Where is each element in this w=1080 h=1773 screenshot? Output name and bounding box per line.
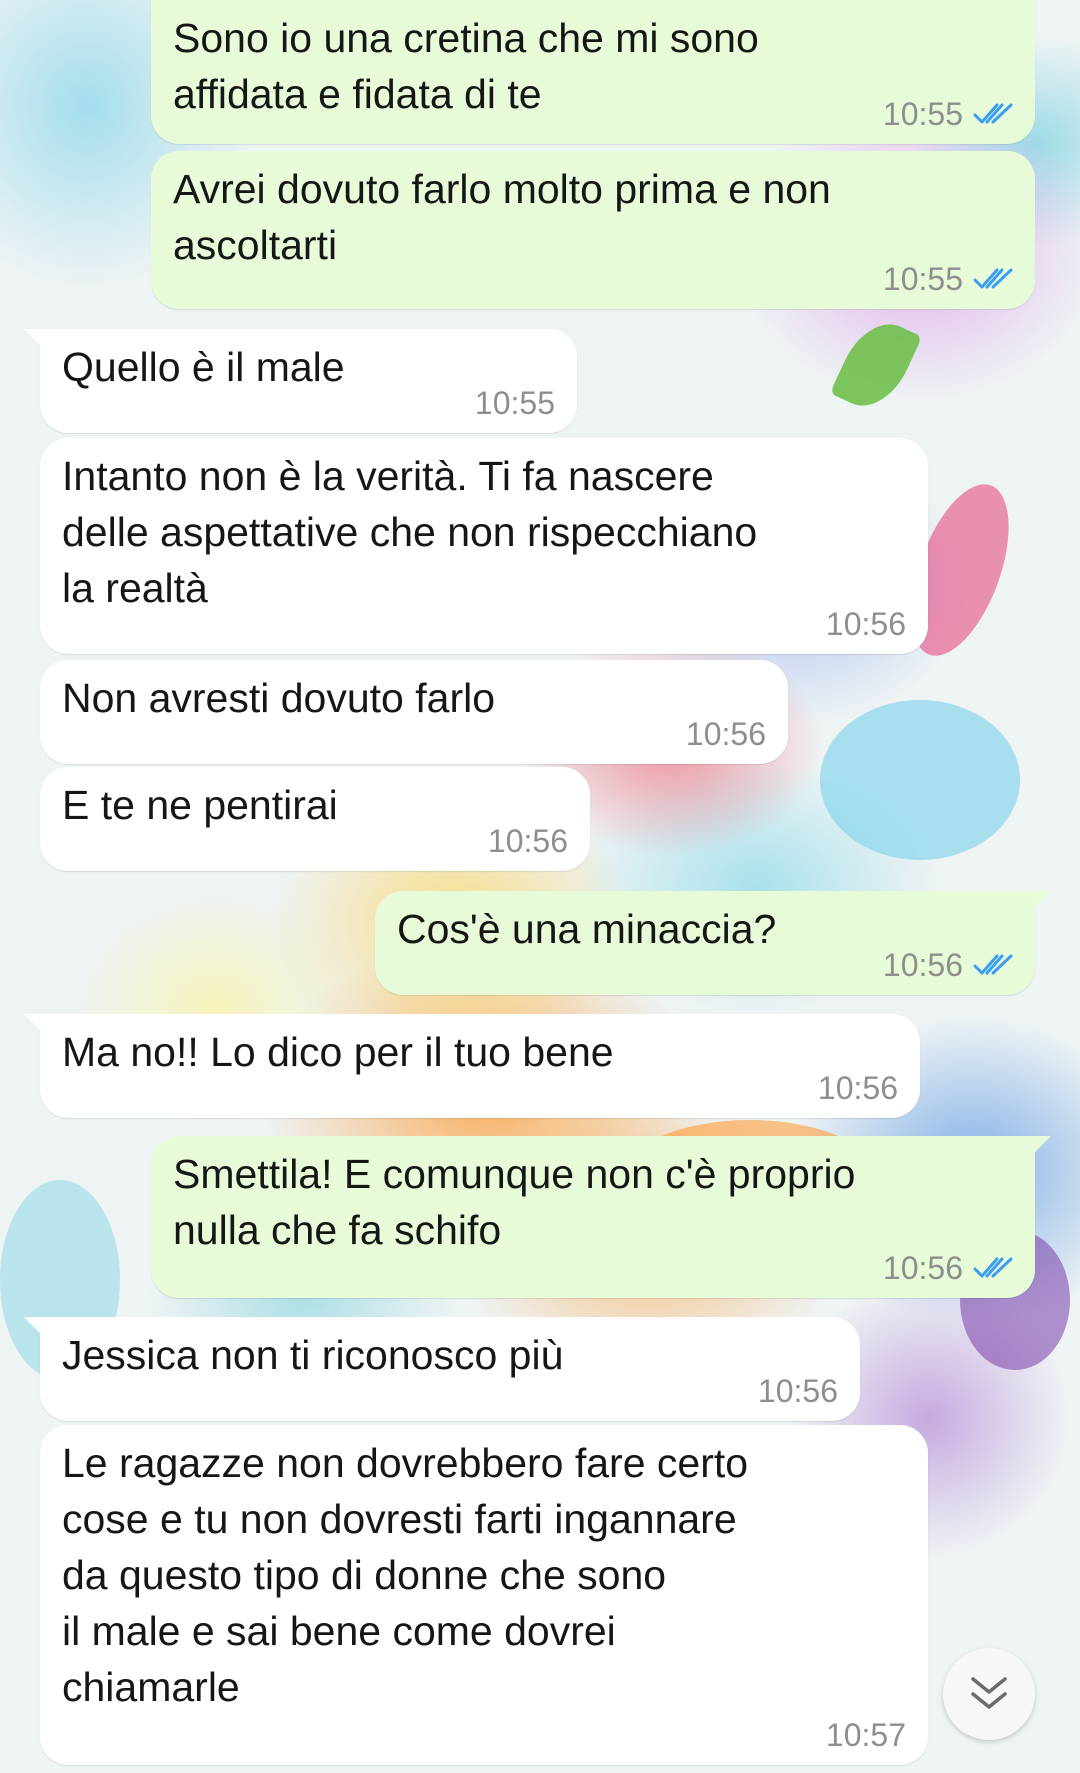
message-bubble-incoming[interactable]: E te ne pentirai 10:56 [40, 767, 590, 871]
bubble-tail [1025, 1136, 1051, 1162]
double-chevron-down-icon [971, 1677, 1007, 1709]
message-text: Non avresti dovuto farlo [62, 675, 496, 721]
message-time: 10:56 [882, 1250, 963, 1286]
message-bubble-incoming[interactable]: Intanto non è la verità. Ti fa nascere d… [40, 438, 928, 654]
message-meta: 10:56 [488, 823, 568, 859]
message-time: 10:56 [882, 947, 963, 983]
message-time: 10:56 [817, 1070, 898, 1106]
message-time: 10:55 [882, 261, 963, 297]
wallpaper-leaf [829, 311, 923, 419]
message-bubble-outgoing[interactable]: Avrei dovuto farlo molto prima e non asc… [151, 151, 1035, 309]
message-meta: 10:55 [883, 261, 1013, 297]
message-meta: 10:56 [758, 1373, 838, 1409]
read-ticks-icon [973, 268, 1013, 289]
message-text: Smettila! E comunque non c'è proprio nul… [173, 1151, 856, 1253]
message-bubble-incoming[interactable]: Non avresti dovuto farlo 10:56 [40, 660, 788, 764]
bubble-tail [24, 1317, 50, 1343]
message-bubble-outgoing[interactable]: Sono io una cretina che mi sono affidata… [151, 0, 1035, 144]
message-time: 10:56 [487, 823, 568, 859]
message-meta: 10:56 [686, 716, 766, 752]
message-meta: 10:55 [883, 96, 1013, 132]
message-time: 10:56 [757, 1373, 838, 1409]
message-meta: 10:56 [883, 1250, 1013, 1286]
message-meta: 10:57 [826, 1717, 906, 1753]
bubble-tail [24, 1014, 50, 1040]
message-meta: 10:55 [475, 385, 555, 421]
message-meta: 10:56 [826, 606, 906, 642]
message-meta: 10:56 [883, 947, 1013, 983]
message-time: 10:57 [825, 1717, 906, 1753]
message-time: 10:55 [882, 96, 963, 132]
message-bubble-outgoing[interactable]: Smettila! E comunque non c'è proprio nul… [151, 1136, 1051, 1298]
message-bubble-incoming[interactable]: Quello è il male 10:55 [24, 329, 577, 433]
wallpaper-paint-splash [820, 700, 1020, 860]
read-ticks-icon [973, 954, 1013, 975]
bubble-tail [24, 329, 50, 355]
message-time: 10:55 [474, 385, 555, 421]
message-text: Le ragazze non dovrebbero fare certo cos… [62, 1440, 749, 1710]
read-ticks-icon [973, 1257, 1013, 1278]
message-time: 10:56 [685, 716, 766, 752]
message-bubble-incoming[interactable]: Jessica non ti riconosco più 10:56 [24, 1317, 860, 1421]
bubble-tail [1025, 891, 1051, 917]
message-bubble-incoming[interactable]: Le ragazze non dovrebbero fare certo cos… [40, 1425, 928, 1765]
message-text: Jessica non ti riconosco più [62, 1332, 564, 1378]
message-text: Ma no!! Lo dico per il tuo bene [62, 1029, 614, 1075]
message-bubble-incoming[interactable]: Ma no!! Lo dico per il tuo bene 10:56 [24, 1014, 920, 1118]
message-text: Intanto non è la verità. Ti fa nascere d… [62, 453, 758, 611]
message-time: 10:56 [825, 606, 906, 642]
message-bubble-outgoing[interactable]: Cos'è una minaccia? 10:56 [375, 891, 1051, 995]
message-meta: 10:56 [818, 1070, 898, 1106]
message-text: Avrei dovuto farlo molto prima e non asc… [173, 166, 831, 268]
read-ticks-icon [973, 103, 1013, 124]
scroll-to-bottom-button[interactable] [943, 1648, 1035, 1740]
